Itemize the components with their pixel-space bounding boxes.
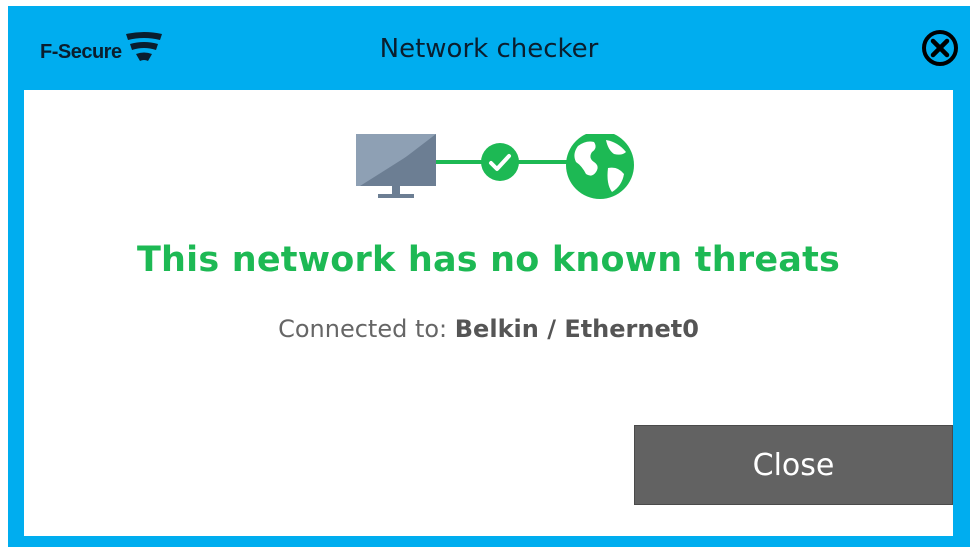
- dialog-content: This network has no known threats Connec…: [24, 90, 953, 536]
- connected-label: Connected to:: [278, 315, 448, 343]
- monitor-icon: [356, 134, 436, 198]
- title-bar: F-Secure Network checker: [8, 6, 970, 90]
- check-circle-icon: [481, 143, 519, 181]
- network-status-graphic: [356, 134, 634, 199]
- window-title: Network checker: [379, 34, 599, 64]
- close-circle-icon[interactable]: [920, 28, 960, 68]
- network-checker-window: F-Secure Network checker This network ha…: [8, 6, 970, 547]
- connected-network-name: Belkin / Ethernet0: [454, 315, 699, 343]
- close-button[interactable]: Close: [634, 425, 953, 505]
- connection-info: Connected to: Belkin / Ethernet0: [24, 315, 953, 343]
- globe-icon: [566, 134, 634, 199]
- status-headline: This network has no known threats: [136, 240, 841, 280]
